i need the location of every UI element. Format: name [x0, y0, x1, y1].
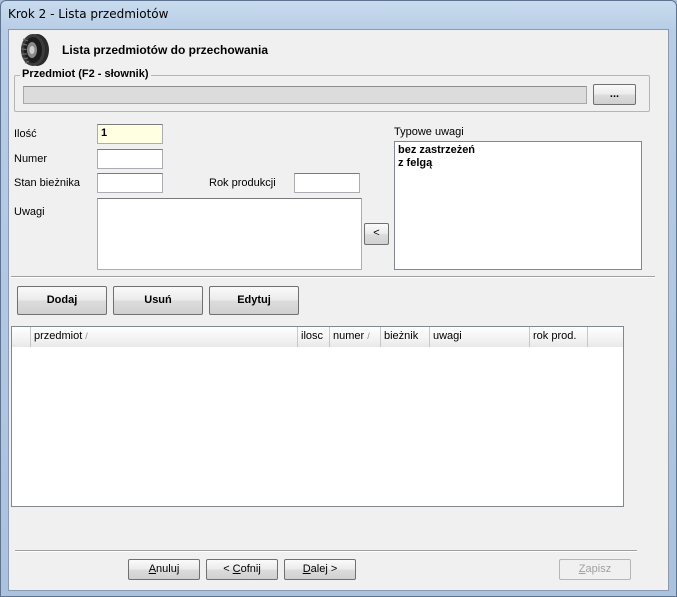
- back-label-pre: <: [223, 563, 233, 575]
- column-header-year[interactable]: rok prod.: [530, 327, 588, 347]
- year-label: Rok produkcji: [209, 177, 276, 189]
- column-header-filler: [588, 327, 623, 347]
- list-item[interactable]: z felgą: [398, 157, 638, 170]
- page-title: Lista przedmiotów do przechowania: [62, 43, 269, 57]
- column-header-number-label: numer: [333, 330, 365, 342]
- window-title: Krok 2 - Lista przedmiotów: [8, 7, 169, 21]
- column-header-item-label: przedmiot: [34, 330, 83, 342]
- cancel-label-post: nuluj: [156, 563, 180, 575]
- column-header-indicator[interactable]: [12, 327, 31, 347]
- back-mnemonic: C: [232, 563, 241, 575]
- save-button[interactable]: Zapisz: [559, 559, 631, 580]
- items-table[interactable]: przedmiot / ilosc numer / bieżnik uwagi ro…: [11, 326, 624, 507]
- dialog-window: Krok 2 - Lista przedmiotów Lista przedmi…: [0, 0, 677, 597]
- quantity-input[interactable]: 1: [97, 124, 163, 144]
- back-label-post: ofnij: [240, 563, 261, 575]
- remove-button[interactable]: Usuń: [113, 286, 203, 315]
- tire-icon: [21, 34, 49, 66]
- column-header-quantity[interactable]: ilosc: [298, 327, 330, 347]
- edit-button[interactable]: Edytuj: [209, 286, 299, 315]
- footer-separator: [15, 550, 637, 552]
- add-button[interactable]: Dodaj: [17, 286, 107, 315]
- column-header-number[interactable]: numer /: [330, 327, 381, 347]
- sort-indicator-icon: /: [367, 331, 370, 341]
- tread-label: Stan bieżnika: [14, 177, 81, 189]
- next-label-post: alej >: [310, 563, 338, 575]
- separator: [11, 276, 655, 278]
- column-header-tread[interactable]: bieżnik: [381, 327, 430, 347]
- tread-input[interactable]: [97, 173, 163, 193]
- cancel-button[interactable]: Anuluj: [128, 559, 200, 580]
- title-bar[interactable]: Krok 2 - Lista przedmiotów: [1, 1, 676, 27]
- sort-indicator-icon: /: [85, 331, 88, 341]
- typical-notes-label: Typowe uwagi: [394, 126, 464, 138]
- save-mnemonic: Z: [578, 563, 586, 575]
- quantity-label: Ilość: [14, 128, 37, 140]
- list-item[interactable]: bez zastrzeżeń: [398, 144, 638, 157]
- cancel-mnemonic: A: [148, 563, 157, 575]
- table-header: przedmiot / ilosc numer / bieżnik uwagi ro…: [12, 327, 623, 347]
- save-label-post: apisz: [585, 563, 612, 575]
- item-field: [23, 86, 587, 104]
- item-groupbox-legend: Przedmiot (F2 - słownik): [20, 68, 151, 80]
- notes-textarea[interactable]: [97, 198, 362, 270]
- notes-label: Uwagi: [14, 206, 45, 218]
- column-header-item[interactable]: przedmiot /: [31, 327, 298, 347]
- next-mnemonic: D: [302, 563, 311, 575]
- next-button[interactable]: Dalej >: [284, 559, 356, 580]
- item-dictionary-button[interactable]: ...: [593, 84, 636, 105]
- dialog-client-area: Lista przedmiotów do przechowania Przedm…: [8, 29, 669, 591]
- year-input[interactable]: [294, 173, 360, 193]
- back-button[interactable]: < Cofnij: [206, 559, 278, 580]
- number-label: Numer: [14, 153, 48, 165]
- insert-note-button[interactable]: <: [364, 223, 389, 245]
- number-input[interactable]: [97, 149, 163, 169]
- typical-notes-listbox[interactable]: bez zastrzeżeń z felgą: [394, 141, 642, 270]
- column-header-notes[interactable]: uwagi: [430, 327, 530, 347]
